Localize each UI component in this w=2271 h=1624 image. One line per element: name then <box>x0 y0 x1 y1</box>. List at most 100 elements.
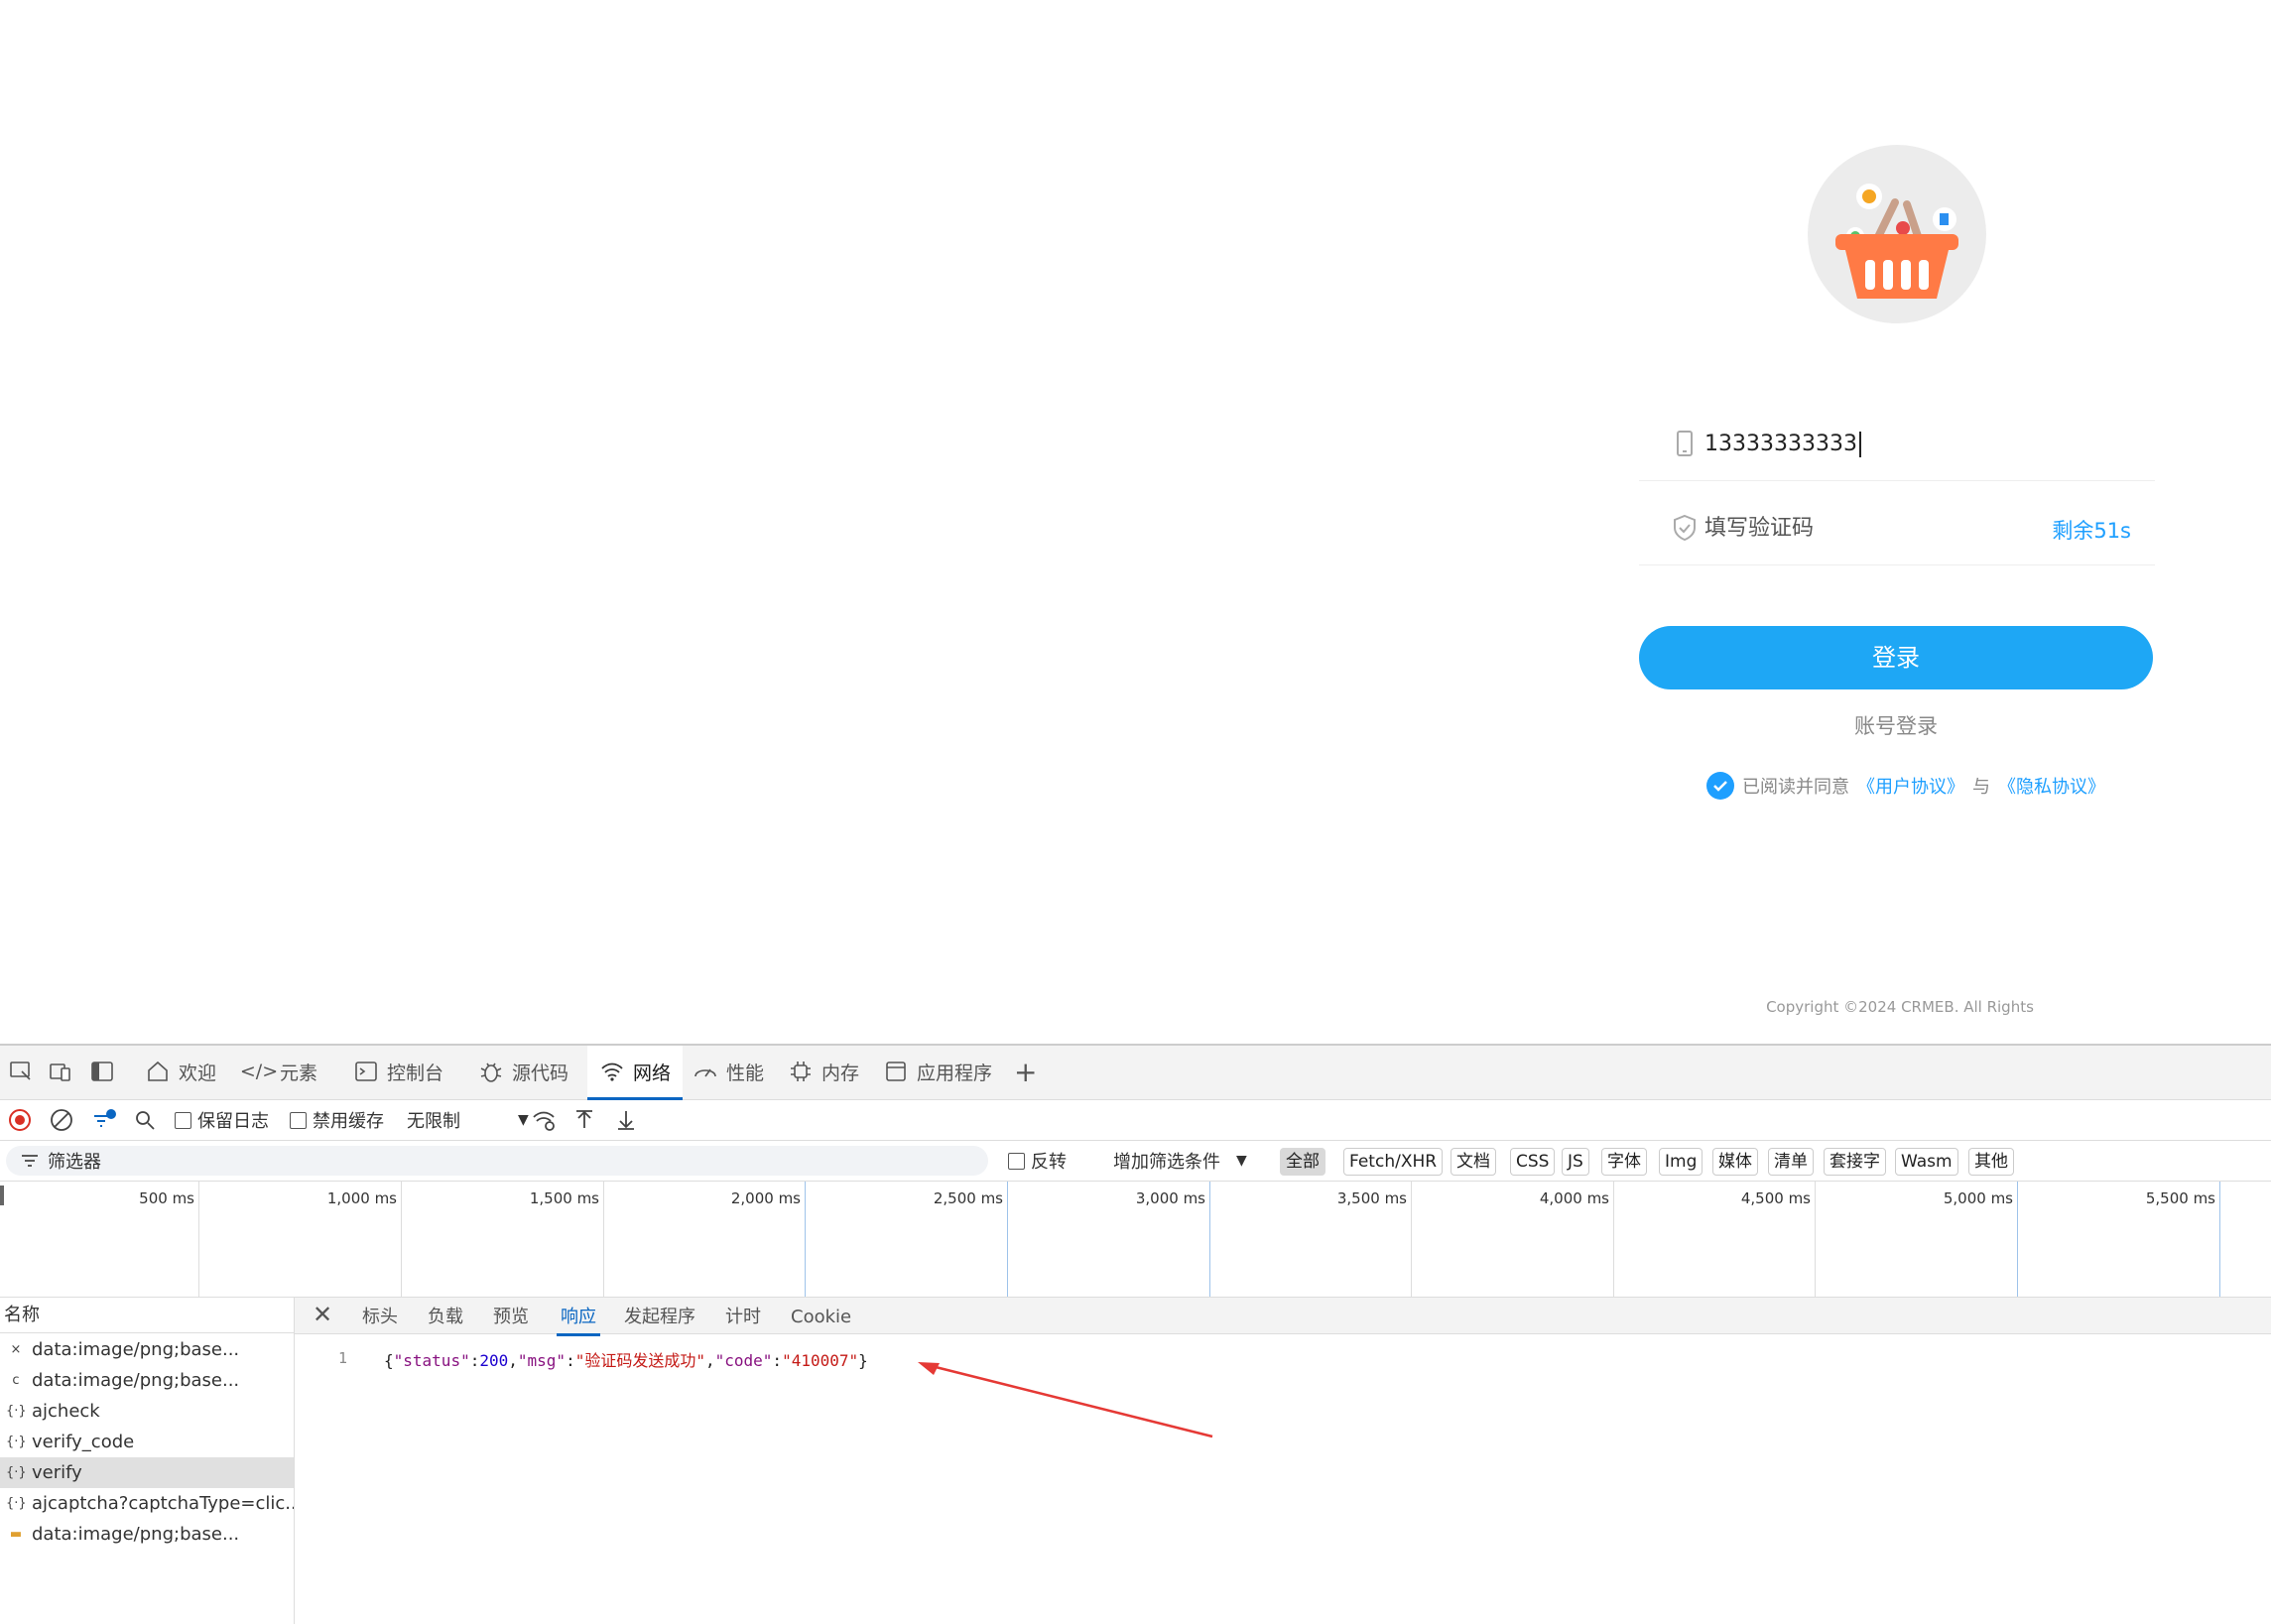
timeline-tick: 3,000 ms <box>1008 1182 1210 1297</box>
filter-type-manifest[interactable]: 清单 <box>1768 1148 1814 1176</box>
preserve-log-checkbox[interactable]: 保留日志 <box>175 1100 269 1140</box>
bug-icon <box>480 1062 502 1082</box>
console-icon <box>355 1062 377 1081</box>
wifi-icon <box>601 1062 623 1081</box>
export-har-icon[interactable] <box>615 1100 637 1140</box>
filter-input[interactable]: 筛选器 <box>6 1146 988 1176</box>
name-column-header[interactable]: 名称 <box>0 1298 294 1333</box>
tab-cookie[interactable]: Cookie <box>791 1298 851 1333</box>
tab-label: 应用程序 <box>917 1062 993 1084</box>
request-row[interactable]: × data:image/png;base... <box>0 1334 294 1365</box>
tab-initiator[interactable]: 发起程序 <box>624 1298 695 1333</box>
filter-type-css[interactable]: CSS <box>1510 1148 1556 1176</box>
filter-type-wasm[interactable]: Wasm <box>1895 1148 1958 1176</box>
tab-sources[interactable]: 源代码 <box>478 1046 568 1097</box>
tab-elements[interactable]: </> 元素 <box>239 1046 317 1097</box>
disable-cache-checkbox[interactable]: 禁用缓存 <box>290 1100 384 1140</box>
tab-console[interactable]: 控制台 <box>353 1046 443 1097</box>
timeline-tick: 4,000 ms <box>1412 1182 1614 1297</box>
devtools-panel: 欢迎 </> 元素 控制台 源代码 网络 性能 内存 应用程序 + 保留日志 禁… <box>0 1044 2271 1624</box>
timeline-tick: 2,000 ms <box>604 1182 806 1297</box>
network-timeline[interactable]: 500 ms 1,000 ms 1,500 ms 2,000 ms 2,500 … <box>0 1182 2271 1298</box>
timeline-tick: 5,000 ms <box>1816 1182 2018 1297</box>
preserve-log-label: 保留日志 <box>197 1111 269 1132</box>
tab-response[interactable]: 响应 <box>557 1298 600 1336</box>
request-row[interactable]: {·} verify_code <box>0 1427 294 1457</box>
tab-timing[interactable]: 计时 <box>725 1298 761 1333</box>
timeline-tick: 3,500 ms <box>1210 1182 1412 1297</box>
text-caret <box>1858 432 1861 457</box>
filter-type-media[interactable]: 媒体 <box>1712 1148 1758 1176</box>
agree-checkbox[interactable] <box>1706 772 1734 800</box>
tab-network[interactable]: 网络 <box>587 1046 684 1100</box>
shield-icon <box>1674 514 1696 542</box>
filter-type-doc[interactable]: 文档 <box>1451 1148 1496 1176</box>
privacy-policy-link[interactable]: 《隐私协议》 <box>1998 773 2105 799</box>
request-row-selected[interactable]: {·} verify <box>0 1457 294 1488</box>
filter-toggle-icon[interactable] <box>91 1100 117 1140</box>
code-tag-icon: </> <box>239 1061 279 1082</box>
login-button[interactable]: 登录 <box>1639 626 2153 689</box>
request-row[interactable]: {·} ajcaptcha?captchaType=clic... <box>0 1488 294 1519</box>
filter-type-font[interactable]: 字体 <box>1601 1148 1647 1176</box>
request-row[interactable]: ▬ data:image/png;base... <box>0 1519 294 1550</box>
image-small-icon: ▬ <box>9 1527 23 1542</box>
filter-placeholder: 筛选器 <box>48 1152 101 1173</box>
tab-label: 性能 <box>726 1062 765 1084</box>
tab-memory[interactable]: 内存 <box>788 1046 859 1097</box>
clear-icon[interactable] <box>50 1100 73 1140</box>
network-toolbar: 保留日志 禁用缓存 无限制 ▼ <box>0 1100 2271 1141</box>
response-body[interactable]: {"status":200,"msg":"验证码发送成功","code":"41… <box>384 1347 868 1371</box>
filter-type-all[interactable]: 全部 <box>1280 1148 1325 1176</box>
request-row[interactable]: c data:image/png;base... <box>0 1365 294 1396</box>
network-conditions-icon[interactable] <box>532 1100 558 1140</box>
line-number: 1 <box>338 1349 348 1367</box>
tab-headers[interactable]: 标头 <box>362 1298 398 1333</box>
phone-field[interactable]: 13333333333 <box>1639 409 2155 481</box>
gauge-icon <box>694 1068 716 1077</box>
request-row[interactable]: {·} ajcheck <box>0 1396 294 1427</box>
annotation-arrow-icon <box>918 1362 1213 1438</box>
request-detail: ✕ 标头 负载 预览 响应 发起程序 计时 Cookie 1 {"status"… <box>295 1298 2271 1624</box>
filter-type-other[interactable]: 其他 <box>1968 1148 2014 1176</box>
close-icon[interactable]: ✕ <box>313 1298 332 1333</box>
detail-tabbar: ✕ 标头 负载 预览 响应 发起程序 计时 Cookie <box>295 1298 2271 1336</box>
import-har-icon[interactable] <box>573 1100 595 1140</box>
phone-icon <box>1677 431 1693 456</box>
filter-type-socket[interactable]: 套接字 <box>1824 1148 1886 1176</box>
tab-welcome[interactable]: 欢迎 <box>145 1046 216 1097</box>
phone-value: 13333333333 <box>1704 432 1857 456</box>
filter-type-fetch-xhr[interactable]: Fetch/XHR <box>1343 1148 1444 1176</box>
tab-preview[interactable]: 预览 <box>493 1298 529 1333</box>
more-filters-dropdown[interactable]: 增加筛选条件 ▼ <box>1113 1141 1247 1181</box>
request-name: data:image/png;base... <box>32 1524 240 1545</box>
throttling-select[interactable]: 无限制 ▼ <box>407 1100 529 1140</box>
throttling-value: 无限制 <box>407 1111 460 1132</box>
disable-cache-label: 禁用缓存 <box>313 1111 384 1132</box>
verify-code-field[interactable]: 填写验证码 剩余51s <box>1639 493 2155 565</box>
check-icon <box>1713 781 1727 792</box>
tab-label: 内存 <box>821 1062 860 1084</box>
search-icon[interactable] <box>133 1100 157 1140</box>
user-agreement-link[interactable]: 《用户协议》 <box>1857 773 1964 799</box>
basket-logo <box>1808 145 1986 323</box>
invert-checkbox[interactable]: 反转 <box>1008 1141 1067 1181</box>
tab-performance[interactable]: 性能 <box>693 1046 764 1097</box>
verify-code-input[interactable]: 填写验证码 <box>1704 509 1814 549</box>
xhr-icon: {·} <box>6 1496 27 1511</box>
refresh-small-icon: c <box>12 1373 20 1388</box>
tab-label: 欢迎 <box>179 1062 217 1084</box>
phone-input[interactable]: 13333333333 <box>1704 425 1861 464</box>
chevron-down-icon: ▼ <box>518 1112 529 1128</box>
xhr-icon: {·} <box>6 1404 27 1419</box>
record-icon[interactable] <box>8 1100 32 1140</box>
filter-type-js[interactable]: JS <box>1562 1148 1589 1176</box>
tab-payload[interactable]: 负载 <box>428 1298 463 1333</box>
tab-application[interactable]: 应用程序 <box>883 1046 992 1097</box>
device-emulation-icon[interactable] <box>48 1046 73 1097</box>
dock-side-icon[interactable] <box>89 1046 115 1097</box>
filter-type-img[interactable]: Img <box>1659 1148 1703 1176</box>
inspect-icon[interactable] <box>8 1046 34 1097</box>
account-login-link[interactable]: 账号登录 <box>1639 710 2153 740</box>
add-tab-icon[interactable]: + <box>1014 1046 1037 1097</box>
